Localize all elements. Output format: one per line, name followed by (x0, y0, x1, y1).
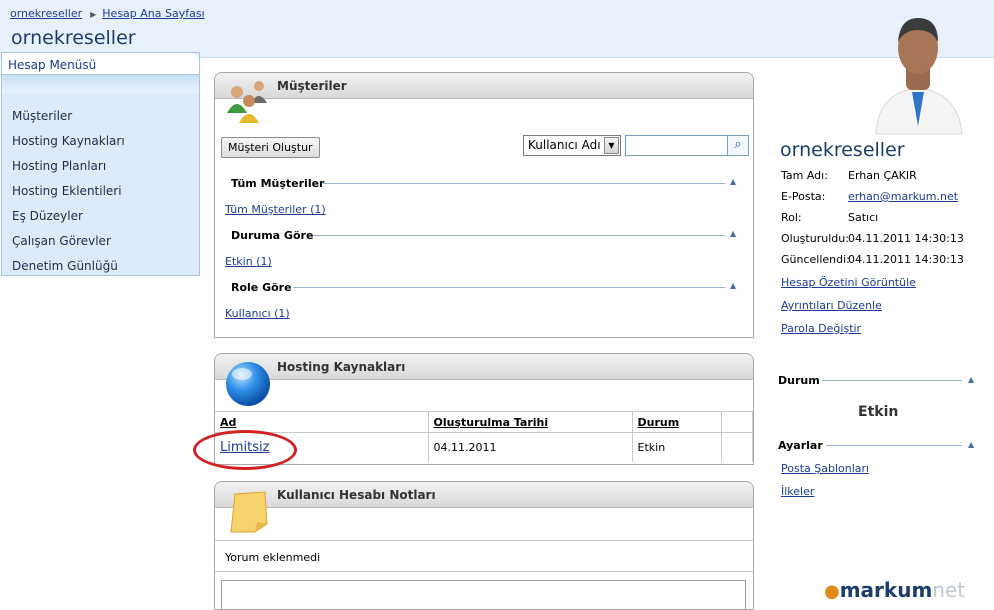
column-header-created[interactable]: Oluşturulma Tarihi (428, 411, 633, 433)
account-menu: Hesap Menüsü Müşteriler Hosting Kaynakla… (1, 52, 200, 276)
account-menu-title: Hesap Menüsü (2, 53, 199, 75)
logo-brand: markum (839, 578, 933, 602)
breadcrumb-link-account[interactable]: ornekreseller (10, 7, 82, 20)
page-title: ornekreseller (11, 27, 136, 49)
search-icon: ⌕ (734, 137, 742, 152)
notes-empty-message: Yorum eklenmedi (215, 540, 753, 572)
policies-link[interactable]: İlkeler (781, 485, 814, 498)
hosting-item-status: Etkin (632, 432, 722, 462)
divider (826, 445, 962, 446)
chevron-down-icon: ▼ (604, 137, 619, 154)
group-title-by-role: Role Göre (231, 281, 292, 294)
profile-value-role: Satıcı (848, 211, 879, 224)
profile-value-updated: 04.11.2011 14:30:13 (848, 253, 964, 266)
customers-panel-title: Müşteriler (215, 73, 753, 99)
search-field-select[interactable]: Kullanıcı Adı ▼ (523, 135, 621, 156)
menu-item-peers[interactable]: Eş Düzeyler (12, 204, 199, 229)
profile-label-created: Oluşturuldu: (781, 232, 849, 245)
customers-icon (227, 81, 267, 123)
profile-label-updated: Güncellendi: (781, 253, 850, 266)
group-title-all-customers: Tüm Müşteriler (231, 177, 325, 190)
search-input[interactable] (625, 135, 728, 156)
profile-value-created: 04.11.2011 14:30:13 (848, 232, 964, 245)
divider (822, 380, 962, 381)
profile-email-link[interactable]: erhan@markum.net (848, 190, 958, 203)
collapse-icon[interactable]: ▲ (730, 229, 736, 238)
profile-value-fullname: Erhan ÇAKIR (848, 169, 917, 182)
notes-textarea[interactable] (221, 580, 746, 610)
account-menu-band (2, 75, 199, 93)
breadcrumb-link-home[interactable]: Hesap Ana Sayfası (102, 7, 204, 20)
profile-name: ornekreseller (780, 139, 905, 161)
logo-mark-icon: ● (824, 581, 840, 602)
collapse-icon[interactable]: ▲ (730, 281, 736, 290)
markum-logo: ●markumnet (824, 578, 965, 602)
hosting-resources-panel-title: Hosting Kaynakları (215, 354, 753, 380)
link-role-user[interactable]: Kullanıcı (1) (225, 307, 290, 320)
hosting-item-created: 04.11.2011 (428, 432, 633, 462)
divider (313, 235, 725, 236)
globe-icon (226, 362, 270, 406)
breadcrumb: ornekreseller ▶ Hesap Ana Sayfası (10, 7, 205, 20)
customers-panel: Müşteriler Müşteri Oluştur Kullanıcı Adı… (214, 72, 754, 338)
note-icon (230, 491, 268, 533)
collapse-icon[interactable]: ▲ (968, 440, 974, 449)
column-header-status[interactable]: Durum (632, 411, 722, 433)
column-header-extra (721, 411, 753, 433)
view-account-summary-link[interactable]: Hesap Özetini Görüntüle (781, 276, 916, 289)
profile-label-role: Rol: (781, 211, 802, 224)
menu-item-hosting-plans[interactable]: Hosting Planları (12, 154, 199, 179)
settings-section-title: Ayarlar (778, 439, 823, 452)
collapse-icon[interactable]: ▲ (730, 177, 736, 186)
highlight-circle (193, 430, 297, 470)
edit-details-link[interactable]: Ayrıntıları Düzenle (781, 299, 882, 312)
menu-item-running-tasks[interactable]: Çalışan Görevler (12, 229, 199, 254)
logo-suffix: net (932, 578, 966, 602)
avatar (875, 18, 963, 135)
mail-templates-link[interactable]: Posta Şablonları (781, 462, 869, 475)
menu-item-hosting-resources[interactable]: Hosting Kaynakları (12, 129, 199, 154)
search-button[interactable]: ⌕ (727, 135, 749, 156)
search-field-select-value: Kullanıcı Adı (528, 138, 601, 152)
create-customer-button[interactable]: Müşteri Oluştur (221, 137, 320, 158)
menu-item-hosting-addons[interactable]: Hosting Eklentileri (12, 179, 199, 204)
menu-item-customers[interactable]: Müşteriler (12, 104, 199, 129)
menu-item-audit-log[interactable]: Denetim Günlüğü (12, 254, 199, 279)
profile-label-email: E-Posta: (781, 190, 826, 203)
divider (323, 183, 725, 184)
account-notes-panel: Kullanıcı Hesabı Notları Yorum eklenmedi (214, 481, 754, 610)
change-password-link[interactable]: Parola Değiştir (781, 322, 861, 335)
divider (293, 287, 725, 288)
table-header-row: Ad Oluşturulma Tarihi Durum (215, 411, 753, 433)
status-section-title: Durum (778, 374, 820, 387)
link-all-customers[interactable]: Tüm Müşteriler (1) (225, 203, 326, 216)
link-status-active[interactable]: Etkin (1) (225, 255, 272, 268)
group-title-by-status: Duruma Göre (231, 229, 314, 242)
profile-label-fullname: Tam Adı: (781, 169, 828, 182)
collapse-icon[interactable]: ▲ (968, 375, 974, 384)
account-notes-panel-title: Kullanıcı Hesabı Notları (215, 482, 753, 508)
breadcrumb-separator-icon: ▶ (90, 10, 97, 19)
status-value: Etkin (858, 404, 899, 420)
